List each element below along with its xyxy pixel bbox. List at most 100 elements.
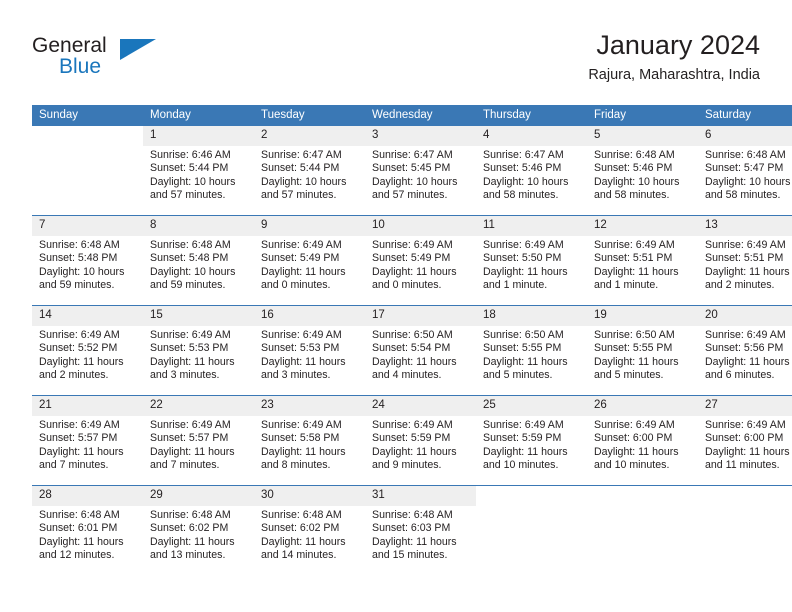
calendar-day-cell[interactable]: 8 Sunrise: 6:48 AM Sunset: 5:48 PM Daylight… <box>143 215 254 306</box>
calendar-day-cell[interactable]: 3 Sunrise: 6:47 AM Sunset: 5:45 PM Daylight… <box>365 126 476 216</box>
daylight-text-line2: and 3 minutes. <box>261 368 331 381</box>
day-cell-inner: 18 Sunrise: 6:50 AM Sunset: 5:55 PM Dayligh… <box>476 306 587 395</box>
triangle-icon <box>120 39 156 60</box>
sunset-text: Sunset: 5:59 PM <box>372 432 451 445</box>
day-number: 27 <box>698 396 792 416</box>
day-sun-info: Sunrise: 6:47 AM Sunset: 5:46 PM Daylight:… <box>476 146 587 202</box>
calendar-day-cell[interactable]: 23 Sunrise: 6:49 AM Sunset: 5:58 PM Dayligh… <box>254 395 365 486</box>
weekday-header-monday: Monday <box>143 105 254 126</box>
daylight-text-line2: and 57 minutes. <box>261 188 337 201</box>
sunrise-text: Sunrise: 6:47 AM <box>261 149 342 161</box>
day-number: 2 <box>254 126 365 146</box>
day-sun-info: Sunrise: 6:49 AM Sunset: 5:51 PM Daylight:… <box>587 236 698 292</box>
calendar-day-cell[interactable]: 19 Sunrise: 6:50 AM Sunset: 5:55 PM Dayligh… <box>587 305 698 396</box>
calendar-day-cell[interactable]: 12 Sunrise: 6:49 AM Sunset: 5:51 PM Dayligh… <box>587 215 698 306</box>
day-cell-inner: 21 Sunrise: 6:49 AM Sunset: 5:57 PM Dayligh… <box>32 396 143 485</box>
day-sun-info: Sunrise: 6:49 AM Sunset: 5:57 PM Daylight:… <box>143 416 254 472</box>
day-cell-inner: 3 Sunrise: 6:47 AM Sunset: 5:45 PM Daylight… <box>365 126 476 215</box>
daylight-text-line2: and 1 minute. <box>483 278 548 291</box>
sunrise-text: Sunrise: 6:47 AM <box>483 149 564 161</box>
general-blue-logo: General Blue <box>32 34 162 84</box>
daylight-text-line1: Daylight: 11 hours <box>261 355 346 368</box>
calendar-day-cell[interactable]: 24 Sunrise: 6:49 AM Sunset: 5:59 PM Dayligh… <box>365 395 476 486</box>
day-sun-info: Sunrise: 6:48 AM Sunset: 5:48 PM Daylight:… <box>143 236 254 292</box>
daylight-text-line2: and 59 minutes. <box>150 278 226 291</box>
daylight-text-line2: and 10 minutes. <box>483 458 559 471</box>
day-number: 26 <box>587 396 698 416</box>
daylight-text-line1: Daylight: 10 hours <box>39 265 125 278</box>
calendar-day-cell[interactable]: 16 Sunrise: 6:49 AM Sunset: 5:53 PM Dayligh… <box>254 305 365 396</box>
calendar-day-cell[interactable]: 28 Sunrise: 6:48 AM Sunset: 6:01 PM Dayligh… <box>32 485 143 575</box>
calendar-day-cell[interactable]: 5 Sunrise: 6:48 AM Sunset: 5:46 PM Daylight… <box>587 126 698 216</box>
sunset-text: Sunset: 6:02 PM <box>261 522 340 535</box>
day-cell-inner: 17 Sunrise: 6:50 AM Sunset: 5:54 PM Dayligh… <box>365 306 476 395</box>
calendar-day-cell[interactable]: 15 Sunrise: 6:49 AM Sunset: 5:53 PM Dayligh… <box>143 305 254 396</box>
calendar-day-cell[interactable]: 29 Sunrise: 6:48 AM Sunset: 6:02 PM Dayligh… <box>143 485 254 575</box>
calendar-day-cell[interactable]: 26 Sunrise: 6:49 AM Sunset: 6:00 PM Dayligh… <box>587 395 698 486</box>
day-sun-info: Sunrise: 6:49 AM Sunset: 5:57 PM Daylight:… <box>32 416 143 472</box>
day-number <box>32 126 143 146</box>
calendar-day-cell[interactable]: 21 Sunrise: 6:49 AM Sunset: 5:57 PM Dayligh… <box>32 395 143 486</box>
calendar-day-cell[interactable]: 22 Sunrise: 6:49 AM Sunset: 5:57 PM Dayligh… <box>143 395 254 486</box>
sunrise-text: Sunrise: 6:48 AM <box>705 149 786 161</box>
day-sun-info: Sunrise: 6:48 AM Sunset: 6:02 PM Daylight:… <box>254 506 365 562</box>
calendar-day-cell[interactable]: 7 Sunrise: 6:48 AM Sunset: 5:48 PM Daylight… <box>32 215 143 306</box>
sunrise-text: Sunrise: 6:47 AM <box>372 149 453 161</box>
page-subtitle: Rajura, Maharashtra, India <box>588 67 760 83</box>
day-number: 6 <box>698 126 792 146</box>
day-sun-info: Sunrise: 6:48 AM Sunset: 6:02 PM Daylight:… <box>143 506 254 562</box>
calendar-day-cell[interactable]: 31 Sunrise: 6:48 AM Sunset: 6:03 PM Dayligh… <box>365 485 476 575</box>
sunrise-text: Sunrise: 6:49 AM <box>705 239 786 251</box>
day-number <box>698 486 792 506</box>
sunrise-text: Sunrise: 6:50 AM <box>372 329 453 341</box>
daylight-text-line1: Daylight: 11 hours <box>594 265 679 278</box>
day-cell-inner: 22 Sunrise: 6:49 AM Sunset: 5:57 PM Dayligh… <box>143 396 254 485</box>
calendar-day-cell[interactable]: 2 Sunrise: 6:47 AM Sunset: 5:44 PM Daylight… <box>254 126 365 216</box>
daylight-text-line1: Daylight: 11 hours <box>372 355 457 368</box>
day-cell-inner: 25 Sunrise: 6:49 AM Sunset: 5:59 PM Dayligh… <box>476 396 587 485</box>
day-cell-inner <box>698 486 792 575</box>
sunset-text: Sunset: 5:49 PM <box>261 252 340 265</box>
day-number: 25 <box>476 396 587 416</box>
calendar-day-cell[interactable]: 17 Sunrise: 6:50 AM Sunset: 5:54 PM Dayligh… <box>365 305 476 396</box>
sunrise-text: Sunrise: 6:49 AM <box>261 329 342 341</box>
sunset-text: Sunset: 6:00 PM <box>705 432 784 445</box>
weekday-header-saturday: Saturday <box>698 105 792 126</box>
day-cell-inner: 13 Sunrise: 6:49 AM Sunset: 5:51 PM Dayligh… <box>698 216 792 305</box>
daylight-text-line2: and 57 minutes. <box>372 188 448 201</box>
day-sun-info: Sunrise: 6:49 AM Sunset: 6:00 PM Daylight:… <box>698 416 792 472</box>
sunrise-text: Sunrise: 6:49 AM <box>594 239 675 251</box>
day-number: 11 <box>476 216 587 236</box>
day-cell-inner <box>32 126 143 215</box>
sunset-text: Sunset: 6:02 PM <box>150 522 229 535</box>
calendar-table: Sunday Monday Tuesday Wednesday Thursday… <box>32 105 792 575</box>
sunrise-text: Sunrise: 6:46 AM <box>150 149 231 161</box>
daylight-text-line1: Daylight: 11 hours <box>261 265 346 278</box>
calendar-day-cell[interactable]: 1 Sunrise: 6:46 AM Sunset: 5:44 PM Daylight… <box>143 126 254 216</box>
calendar-day-cell[interactable]: 13 Sunrise: 6:49 AM Sunset: 5:51 PM Dayligh… <box>698 215 792 306</box>
calendar-day-cell[interactable]: 14 Sunrise: 6:49 AM Sunset: 5:52 PM Dayligh… <box>32 305 143 396</box>
calendar-day-cell[interactable]: 10 Sunrise: 6:49 AM Sunset: 5:49 PM Dayligh… <box>365 215 476 306</box>
calendar-day-cell[interactable]: 25 Sunrise: 6:49 AM Sunset: 5:59 PM Dayligh… <box>476 395 587 486</box>
sunset-text: Sunset: 5:55 PM <box>483 342 562 355</box>
sunset-text: Sunset: 5:59 PM <box>483 432 562 445</box>
calendar-day-cell[interactable]: 4 Sunrise: 6:47 AM Sunset: 5:46 PM Daylight… <box>476 126 587 216</box>
day-number: 17 <box>365 306 476 326</box>
calendar-day-cell[interactable]: 30 Sunrise: 6:48 AM Sunset: 6:02 PM Dayligh… <box>254 485 365 575</box>
calendar-day-cell[interactable]: 9 Sunrise: 6:49 AM Sunset: 5:49 PM Daylight… <box>254 215 365 306</box>
calendar-day-cell[interactable]: 6 Sunrise: 6:48 AM Sunset: 5:47 PM Daylight… <box>698 126 792 216</box>
sunset-text: Sunset: 5:47 PM <box>705 162 784 175</box>
calendar-day-cell[interactable]: 27 Sunrise: 6:49 AM Sunset: 6:00 PM Dayligh… <box>698 395 792 486</box>
day-cell-inner <box>587 486 698 575</box>
daylight-text-line2: and 7 minutes. <box>39 458 109 471</box>
day-number: 31 <box>365 486 476 506</box>
daylight-text-line1: Daylight: 11 hours <box>483 445 568 458</box>
daylight-text-line2: and 4 minutes. <box>372 368 442 381</box>
daylight-text-line1: Daylight: 11 hours <box>705 445 790 458</box>
day-number: 19 <box>587 306 698 326</box>
calendar-day-cell[interactable]: 11 Sunrise: 6:49 AM Sunset: 5:50 PM Dayligh… <box>476 215 587 306</box>
daylight-text-line2: and 0 minutes. <box>261 278 331 291</box>
day-number: 14 <box>32 306 143 326</box>
calendar-day-cell[interactable]: 20 Sunrise: 6:49 AM Sunset: 5:56 PM Dayligh… <box>698 305 792 396</box>
calendar-day-cell[interactable]: 18 Sunrise: 6:50 AM Sunset: 5:55 PM Dayligh… <box>476 305 587 396</box>
